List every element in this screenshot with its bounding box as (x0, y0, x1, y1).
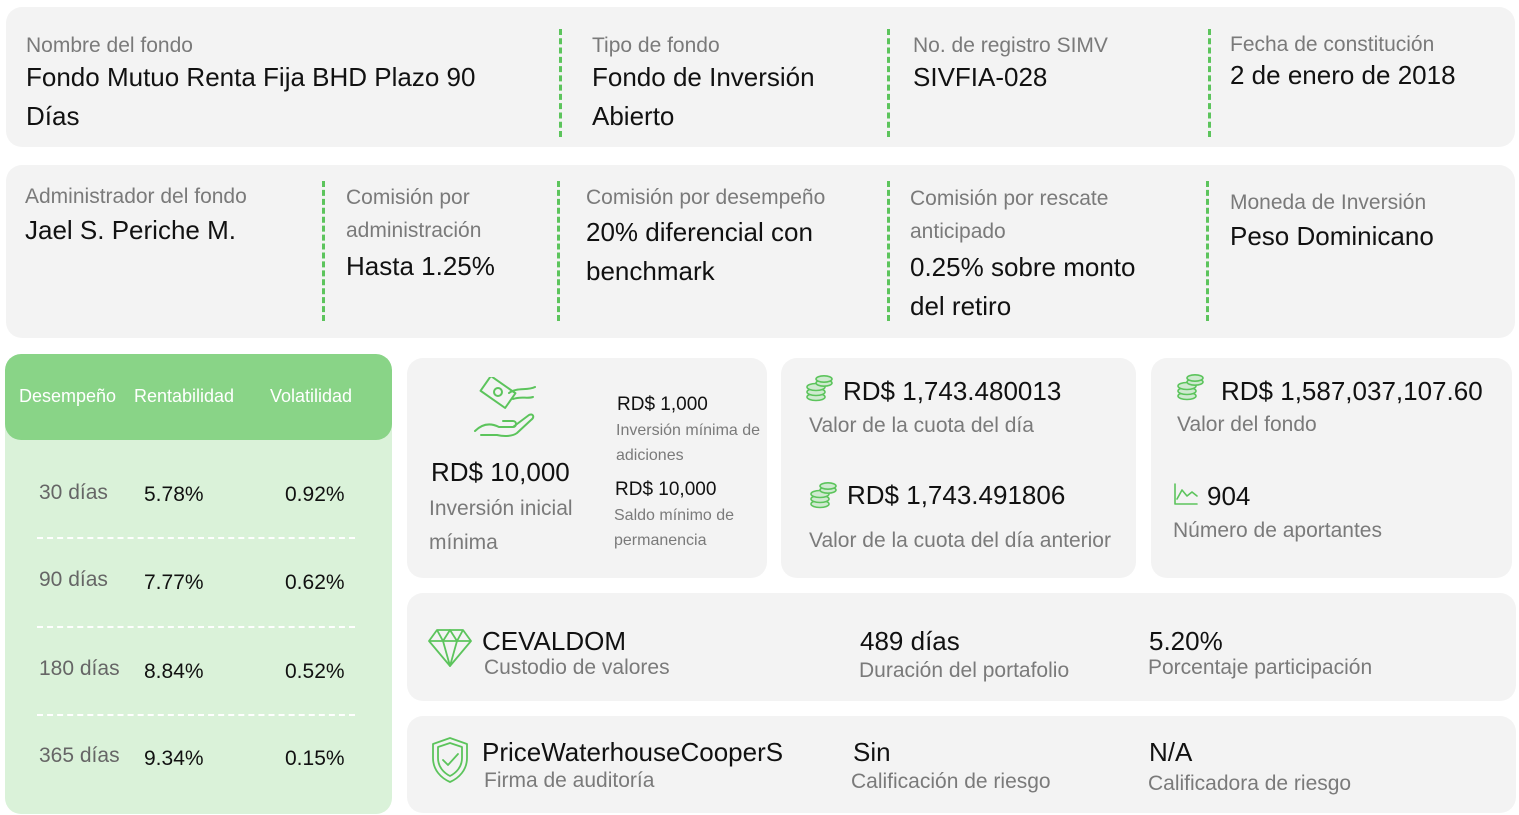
previous-share-label: Valor de la cuota del día anterior (809, 529, 1111, 552)
return-cell: 7.77% (144, 571, 204, 594)
auditor-label: Firma de auditoría (484, 769, 655, 792)
performance-fee-value: 20% diferencial con benchmark (586, 217, 813, 286)
volatility-cell: 0.92% (285, 483, 345, 506)
shield-check-icon (431, 736, 469, 784)
min-balance-label: Saldo mínimo de permanencia (614, 507, 735, 549)
administrator-label: Administrador del fondo (25, 185, 247, 208)
participation-label: Porcentaje participación (1148, 656, 1373, 679)
rating-agency-label: Calificadora de riesgo (1148, 772, 1352, 795)
volatility-cell: 0.15% (285, 747, 345, 770)
auditor-card: PriceWaterhouseCooperS Firma de auditorí… (407, 716, 1516, 813)
commissions-card: Administrador del fondo Jael S. Periche … (6, 165, 1515, 338)
diamond-icon (427, 628, 473, 668)
performance-table-header: Desempeño Rentabilidad Volatilidad (5, 354, 392, 440)
row-divider (37, 626, 355, 628)
fund-type-cell: Tipo de fondo Fondo de Inversión Abierto (592, 29, 815, 136)
divider (559, 29, 562, 137)
contributors-count: 904 (1207, 481, 1251, 511)
contributors-label: Número de aportantes (1173, 519, 1382, 542)
coins-icon (1176, 374, 1206, 402)
custodian-label: Custodio de valores (484, 656, 670, 679)
early-redemption-fee-label: Comisión por rescate anticipado (910, 187, 1109, 243)
performance-fee-cell: Comisión por desempeño 20% diferencial c… (586, 181, 825, 291)
administrator-cell: Administrador del fondo Jael S. Periche … (25, 180, 247, 250)
table-row: 30 días 5.78% 0.92% (5, 481, 392, 521)
daily-share-label: Valor de la cuota del día (809, 414, 1034, 437)
period-cell: 90 días (39, 568, 108, 591)
fund-value-label: Valor del fondo (1177, 413, 1317, 436)
previous-share-value: RD$ 1,743.491806 (847, 480, 1066, 510)
period-cell: 365 días (39, 744, 120, 767)
header-desempeno: Desempeño (19, 386, 117, 406)
early-redemption-fee-cell: Comisión por rescate anticipado 0.25% so… (910, 182, 1135, 326)
admin-fee-value: Hasta 1.25% (346, 251, 495, 281)
admin-fee-label: Comisión por administración (346, 186, 482, 242)
initial-investment-label: Inversión inicial mínima (429, 497, 573, 554)
fund-name-value: Fondo Mutuo Renta Fija BHD Plazo 90 Días (26, 62, 476, 131)
portfolio-duration-value: 489 días (860, 626, 960, 656)
divider (1206, 181, 1209, 321)
table-row: 180 días 8.84% 0.52% (5, 657, 392, 697)
divider (887, 181, 890, 321)
min-addition-value: RD$ 1,000 (617, 394, 708, 415)
constitution-date-value: 2 de enero de 2018 (1230, 60, 1456, 90)
header-rentabilidad: Rentabilidad (134, 386, 235, 406)
divider (557, 181, 560, 321)
coins-icon (805, 375, 835, 403)
return-cell: 8.84% (144, 660, 204, 683)
divider (887, 29, 890, 137)
row-divider (37, 537, 355, 539)
divider (1208, 29, 1211, 137)
initial-investment-value: RD$ 10,000 (431, 457, 570, 487)
administrator-value: Jael S. Periche M. (25, 215, 236, 245)
fund-info-card: Nombre del fondo Fondo Mutuo Renta Fija … (6, 7, 1515, 147)
min-addition-label: Inversión mínima de adiciones (616, 422, 761, 464)
simv-registry-value: SIVFIA-028 (913, 62, 1048, 92)
fund-type-value: Fondo de Inversión Abierto (592, 62, 815, 131)
money-hand-icon (469, 377, 541, 439)
currency-label: Moneda de Inversión (1230, 191, 1427, 214)
rating-agency-value: N/A (1149, 737, 1193, 767)
risk-rating-label: Calificación de riesgo (851, 770, 1051, 793)
period-cell: 180 días (39, 657, 120, 680)
return-cell: 9.34% (144, 747, 204, 770)
return-cell: 5.78% (144, 483, 204, 506)
divider (322, 181, 325, 321)
volatility-cell: 0.52% (285, 660, 345, 683)
share-value-card: RD$ 1,743.480013 Valor de la cuota del d… (781, 358, 1136, 578)
constitution-date-cell: Fecha de constitución 2 de enero de 2018 (1230, 28, 1456, 95)
row-divider (37, 714, 355, 716)
coins-icon (809, 482, 839, 510)
table-row: 365 días 9.34% 0.15% (5, 744, 392, 784)
investment-card: RD$ 10,000 Inversión inicial mínima RD$ … (407, 358, 767, 578)
min-balance-value: RD$ 10,000 (615, 479, 717, 500)
volatility-cell: 0.62% (285, 571, 345, 594)
period-cell: 30 días (39, 481, 108, 504)
portfolio-duration-label: Duración del portafolio (859, 659, 1070, 682)
fund-name-cell: Nombre del fondo Fondo Mutuo Renta Fija … (26, 29, 475, 136)
header-volatilidad: Volatilidad (270, 386, 353, 406)
currency-value: Peso Dominicano (1230, 221, 1434, 251)
custodian-card: CEVALDOM Custodio de valores 489 días Du… (407, 593, 1516, 701)
daily-share-value: RD$ 1,743.480013 (843, 376, 1062, 406)
fund-value-card: RD$ 1,587,037,107.60 Valor del fondo 904… (1151, 358, 1512, 578)
table-row: 90 días 7.77% 0.62% (5, 568, 392, 608)
currency-cell: Moneda de Inversión Peso Dominicano (1230, 186, 1434, 256)
fund-value: RD$ 1,587,037,107.60 (1221, 376, 1483, 406)
risk-rating-value: Sin (853, 737, 891, 767)
performance-fee-label: Comisión por desempeño (586, 186, 826, 209)
chart-line-icon (1173, 482, 1199, 506)
admin-fee-cell: Comisión por administración Hasta 1.25% (346, 181, 495, 286)
early-redemption-fee-value: 0.25% sobre monto del retiro (910, 252, 1136, 321)
performance-table: Desempeño Rentabilidad Volatilidad 30 dí… (5, 354, 392, 814)
simv-registry-cell: No. de registro SIMV SIVFIA-028 (913, 29, 1108, 97)
